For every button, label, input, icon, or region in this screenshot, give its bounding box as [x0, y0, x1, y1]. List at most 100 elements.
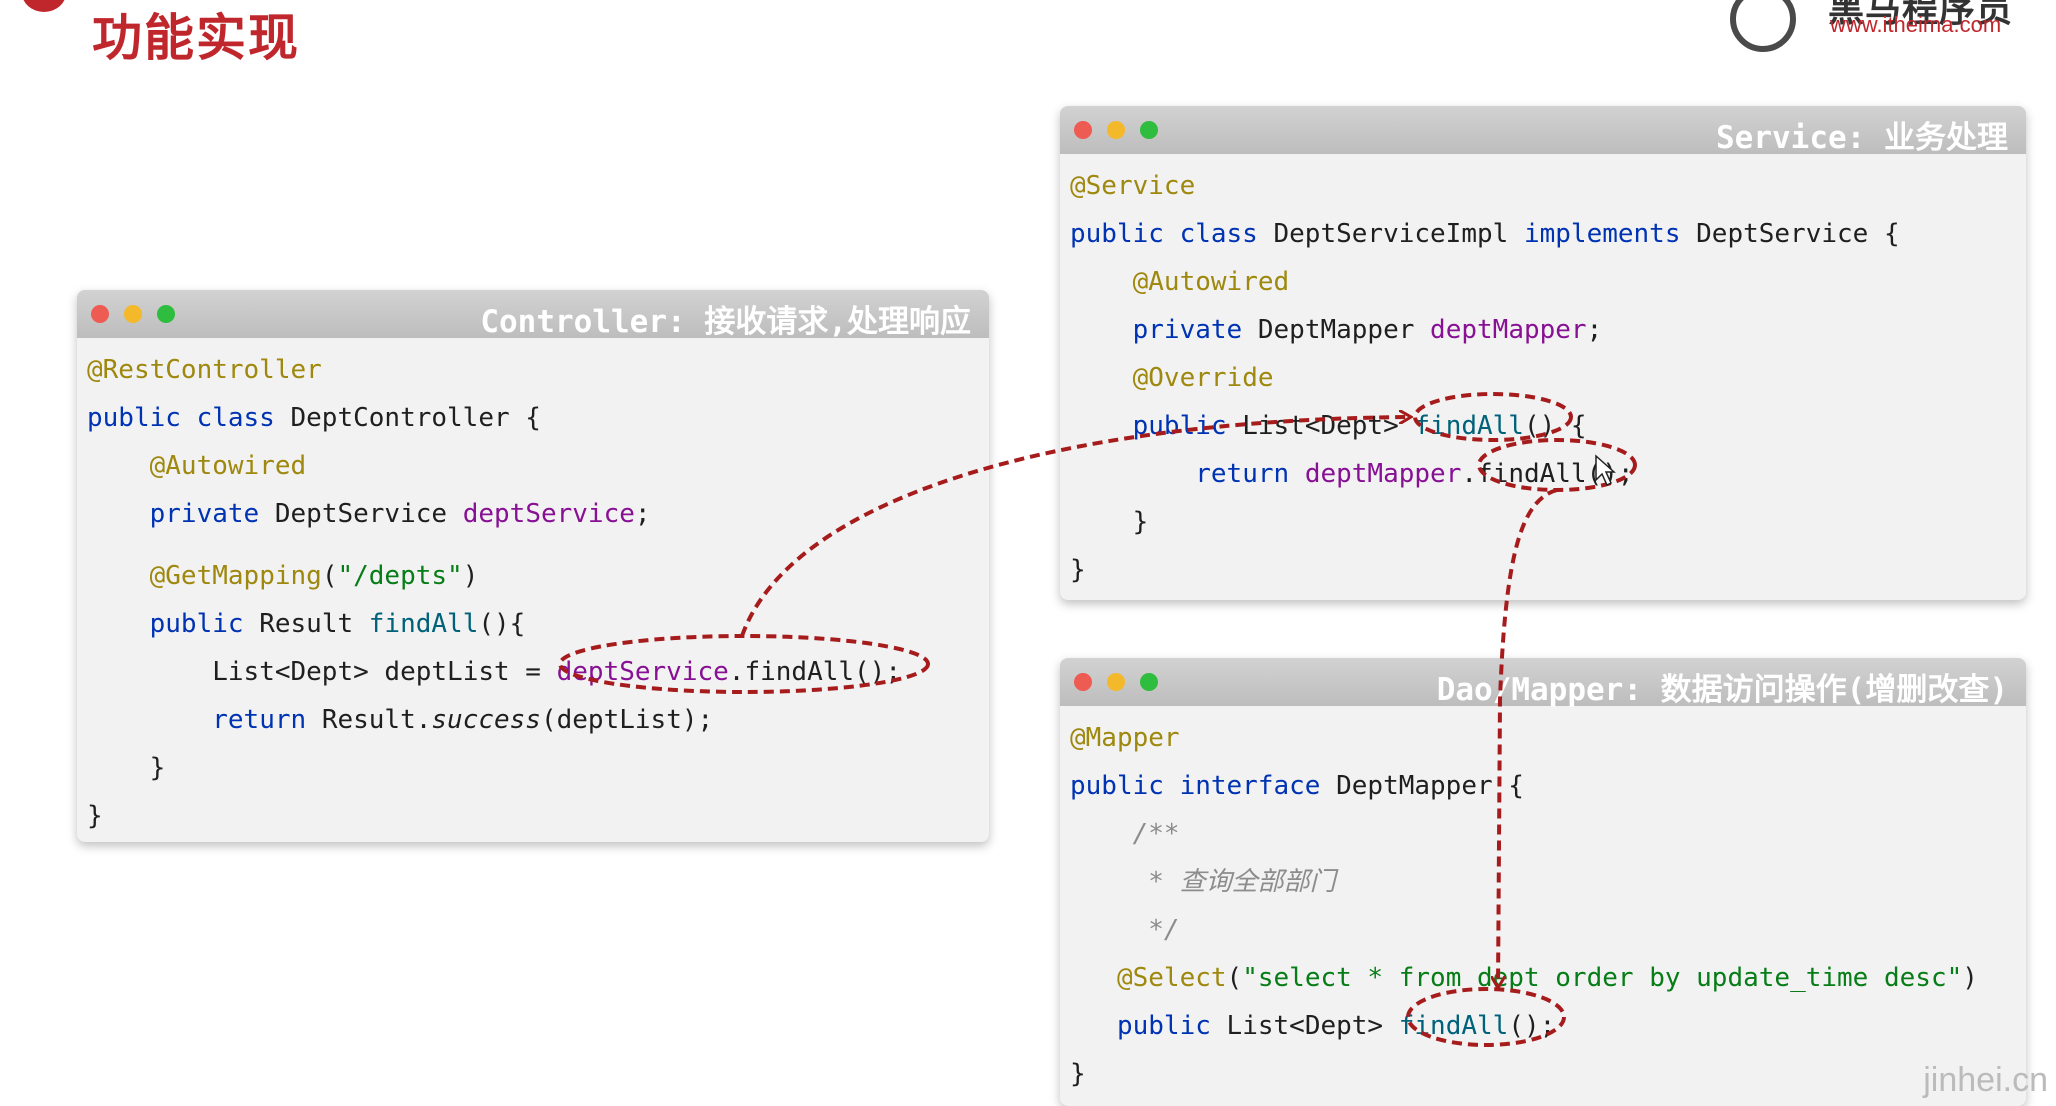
maximize-dot-icon [1140, 121, 1158, 139]
controller-title-bar: Controller: 接收请求,处理响应 [77, 290, 989, 340]
code-text: (deptList); [540, 705, 714, 735]
code-line: return deptMapper.findAll(); [1070, 450, 2026, 498]
string-literal: "/depts" [337, 561, 463, 591]
code-text: Result [259, 609, 369, 639]
annotation: @Override [1132, 363, 1274, 393]
annotation: @Select [1116, 963, 1227, 993]
annotation: @Autowired [149, 451, 307, 481]
code-text: List<Dept> [1226, 1011, 1399, 1041]
code-line: * 查询全部部门 [1070, 858, 2026, 906]
close-dot-icon [1074, 121, 1092, 139]
code-line: @Service [1070, 162, 2026, 210]
code-text: () { [1523, 411, 1587, 441]
keyword: public class [1070, 219, 1274, 249]
keyword: public [149, 609, 260, 639]
mapper-panel-title: Dao/Mapper: 数据访问操作(增删改查) [1436, 672, 2008, 708]
code-line: public interface DeptMapper { [1070, 762, 2026, 810]
code-text: List<Dept> deptList = [212, 657, 557, 687]
method-name: findAll [1414, 411, 1524, 441]
code-text: ) [462, 561, 479, 591]
comment: /** [1132, 819, 1180, 849]
code-text: .findAll(); [1461, 459, 1634, 489]
annotation: @GetMapping [149, 561, 322, 591]
code-text: List<Dept> [1242, 411, 1415, 441]
logo-url: www.itheima.com [1830, 12, 2002, 37]
code-text: (){ [478, 609, 526, 639]
close-dot-icon [91, 305, 109, 323]
service-panel-title: Service: 业务处理 [1716, 120, 2008, 156]
field-name: deptService [556, 657, 729, 687]
code-line: @RestController [87, 346, 989, 394]
page-title: 功能实现 [92, 9, 300, 67]
comment: * 查询全部部门 [1132, 867, 1336, 897]
code-text: } [87, 801, 103, 831]
code-text: ( [321, 561, 338, 591]
code-text: DeptMapper [1257, 315, 1431, 345]
keyword: public class [87, 403, 291, 433]
string-literal: "select * from dept order by update_time… [1242, 963, 1963, 993]
code-line: return Result.success(deptList); [87, 696, 989, 744]
code-line: public class DeptServiceImpl implements … [1070, 210, 2026, 258]
code-line: /** [1070, 810, 2026, 858]
code-text: DeptService [274, 499, 463, 529]
code-line: public Result findAll(){ [87, 600, 989, 648]
code-text: .findAll(); [728, 657, 901, 687]
comment: */ [1132, 915, 1180, 945]
code-text: Result. [321, 705, 432, 735]
maximize-dot-icon [1140, 673, 1158, 691]
code-text: (); [1508, 1011, 1556, 1041]
field-name: deptMapper [1304, 459, 1462, 489]
code-text: } [1070, 555, 1086, 585]
code-line: @Autowired [87, 442, 989, 490]
horse-logo-icon [1730, 0, 1796, 52]
code-line: } [1070, 498, 2026, 546]
controller-code: @RestController public class DeptControl… [77, 338, 989, 840]
code-text: ) [1962, 963, 1978, 993]
code-text: ; [634, 499, 651, 529]
code-text: } [1070, 1059, 1086, 1089]
service-code: @Service public class DeptServiceImpl im… [1060, 154, 2026, 594]
field-name: deptMapper [1430, 315, 1587, 345]
keyword: return [1195, 459, 1305, 489]
code-line: @Mapper [1070, 714, 2026, 762]
minimize-dot-icon [1107, 121, 1125, 139]
controller-code-panel: Controller: 接收请求,处理响应 @RestController pu… [77, 290, 989, 842]
code-line: @Autowired [1070, 258, 2026, 306]
code-text: DeptController { [290, 403, 541, 433]
code-text: ( [1226, 963, 1243, 993]
code-text: } [1132, 507, 1149, 537]
controller-panel-title: Controller: 接收请求,处理响应 [480, 304, 971, 340]
keyword: implements [1523, 219, 1697, 249]
minimize-dot-icon [1107, 673, 1125, 691]
service-code-panel: Service: 业务处理 @Service public class Dept… [1060, 106, 2026, 600]
annotation: @Autowired [1132, 267, 1290, 297]
code-text: DeptServiceImpl [1273, 219, 1524, 249]
mapper-title-bar: Dao/Mapper: 数据访问操作(增删改查) [1060, 658, 2026, 708]
code-line: public List<Dept> findAll(); [1070, 1002, 2026, 1050]
code-line: private DeptMapper deptMapper; [1070, 306, 2026, 354]
maximize-dot-icon [157, 305, 175, 323]
keyword: public [1116, 1011, 1227, 1041]
keyword: private [1132, 315, 1258, 345]
watermark: jinhei.cn [1923, 1061, 2048, 1099]
annotation: @RestController [87, 355, 322, 385]
field-name: deptService [462, 499, 635, 529]
code-line: public List<Dept> findAll() { [1070, 402, 2026, 450]
service-title-bar: Service: 业务处理 [1060, 106, 2026, 156]
keyword: return [212, 705, 322, 735]
code-line: } [87, 792, 989, 840]
close-dot-icon [1074, 673, 1092, 691]
code-line: private DeptService deptService; [87, 490, 989, 538]
mapper-code: @Mapper public interface DeptMapper { /*… [1060, 706, 2026, 1098]
annotation: @Mapper [1070, 723, 1180, 753]
mapper-code-panel: Dao/Mapper: 数据访问操作(增删改查) @Mapper public … [1060, 658, 2026, 1106]
method-name: findAll [1398, 1011, 1509, 1041]
code-text: DeptMapper { [1336, 771, 1524, 801]
annotation: @Service [1070, 171, 1196, 201]
keyword: private [149, 499, 275, 529]
code-line: List<Dept> deptList = deptService.findAl… [87, 648, 989, 696]
title-bullet [22, 0, 66, 12]
code-text: DeptService { [1696, 219, 1900, 249]
minimize-dot-icon [124, 305, 142, 323]
code-line: } [87, 744, 989, 792]
